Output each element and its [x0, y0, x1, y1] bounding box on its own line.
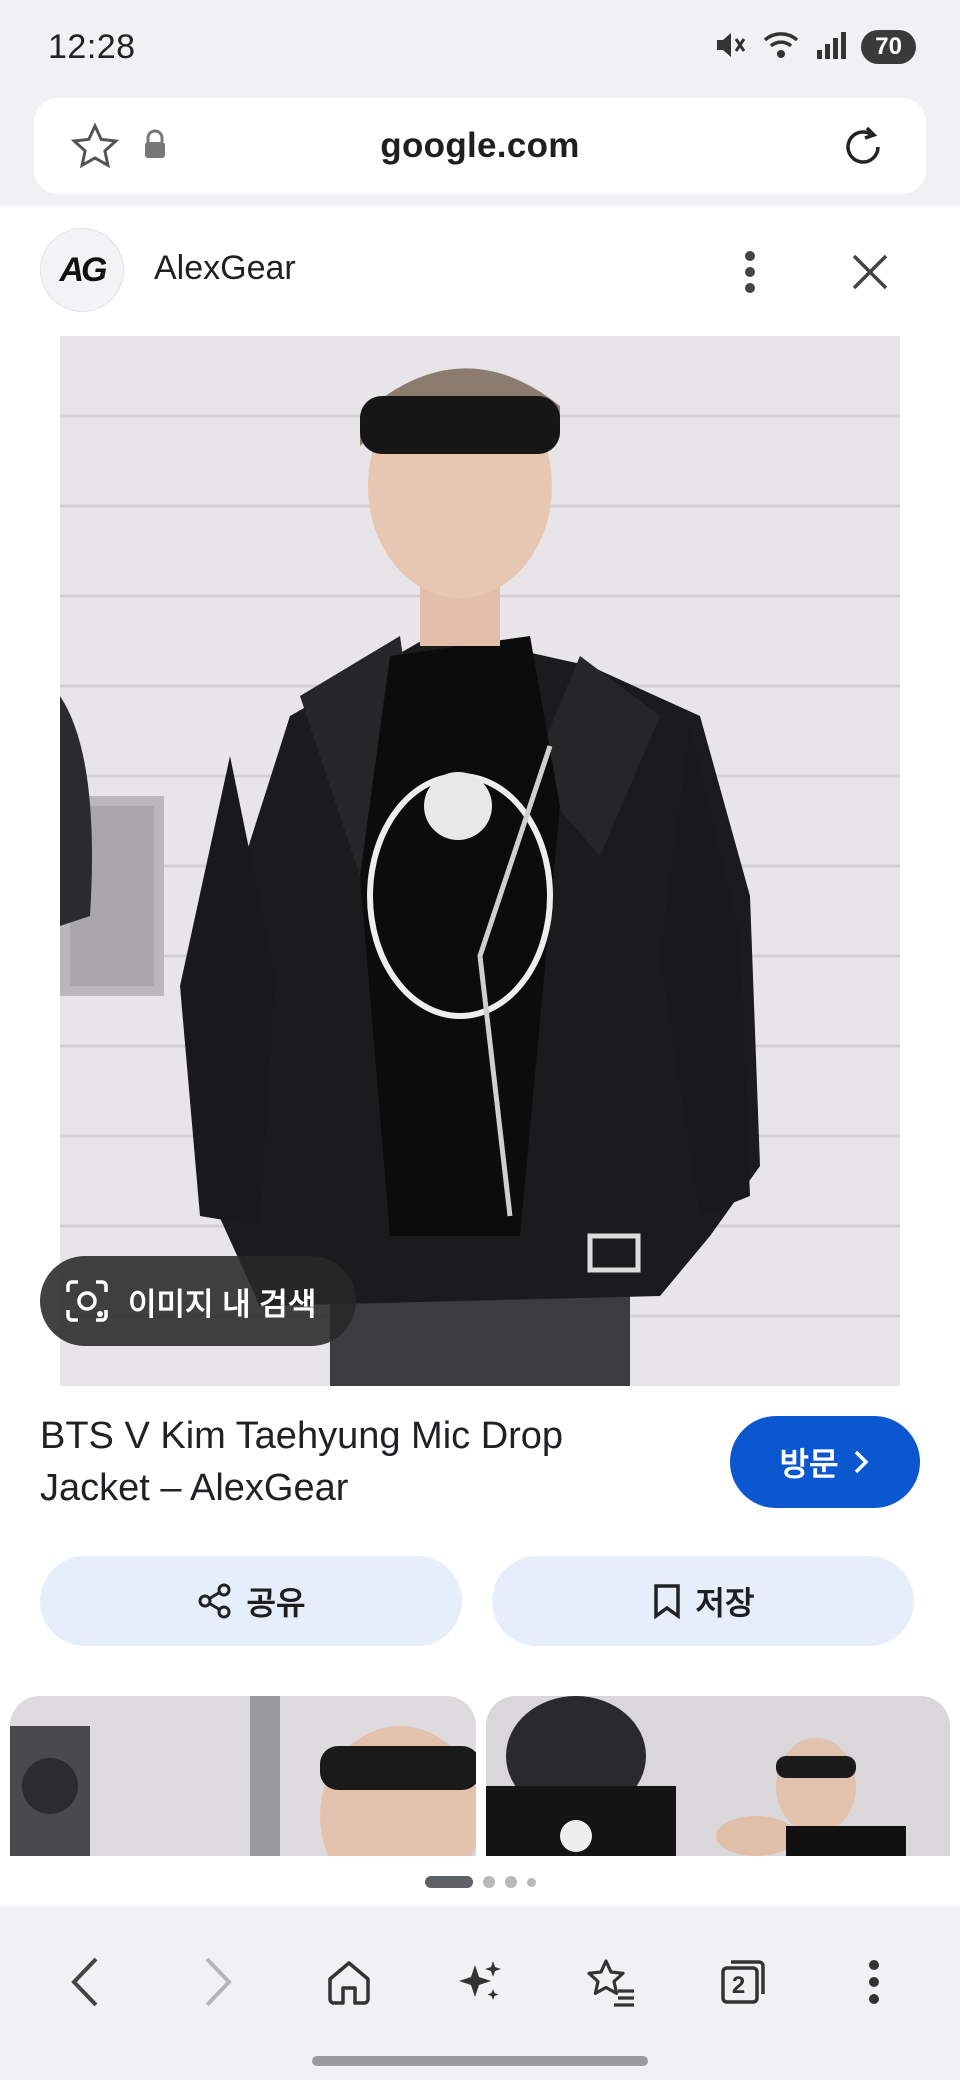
more-vert-icon: [869, 1960, 880, 2004]
sparkle-icon: [458, 1961, 501, 2000]
home-button[interactable]: [309, 1942, 389, 2022]
wifi-icon: [761, 28, 801, 67]
visit-label: 방문: [779, 1446, 839, 1482]
result-title[interactable]: BTS V Kim Taehyung Mic Drop Jacket – Ale…: [40, 1410, 680, 1514]
lens-icon: [66, 1280, 108, 1322]
site-logo[interactable]: AG: [40, 228, 124, 312]
reload-icon[interactable]: [838, 122, 888, 177]
signal-icon: [815, 28, 847, 67]
carousel-indicator: [0, 1876, 960, 1888]
tabs-button[interactable]: 2: [703, 1942, 783, 2022]
bottom-navigation: 2: [0, 1916, 960, 2048]
home-indicator[interactable]: [312, 2056, 648, 2066]
bookmark-star-icon[interactable]: [70, 122, 120, 175]
carousel-dot: [482, 1876, 495, 1888]
close-icon: [852, 254, 888, 290]
bookmarks-button[interactable]: [571, 1942, 651, 2022]
lock-icon[interactable]: [142, 128, 168, 167]
back-arrow-icon: [70, 1957, 98, 2007]
status-bar: 12:28 70: [0, 0, 960, 94]
related-image-1[interactable]: [10, 1696, 476, 1856]
chevron-right-icon: [855, 1450, 869, 1474]
carousel-dot-active: [424, 1876, 473, 1888]
site-name[interactable]: AlexGear: [154, 249, 296, 288]
search-in-image-label: 이미지 내 검색: [128, 1286, 317, 1322]
home-icon: [327, 1961, 370, 2005]
status-time: 12:28: [48, 27, 136, 66]
back-button[interactable]: [46, 1942, 126, 2022]
forward-arrow-icon: [205, 1957, 232, 2007]
status-icons: 70: [713, 28, 916, 67]
bookmark-icon: [653, 1584, 680, 1619]
ai-assist-button[interactable]: [440, 1942, 520, 2022]
search-in-image-button[interactable]: 이미지 내 검색: [40, 1256, 356, 1346]
visit-button[interactable]: 방문: [730, 1416, 920, 1508]
more-options-button[interactable]: [730, 242, 770, 302]
related-photo-2: [486, 1696, 950, 1856]
share-button[interactable]: 공유: [40, 1556, 462, 1646]
battery-indicator: 70: [861, 30, 916, 64]
address-bar[interactable]: google.com: [34, 98, 926, 194]
share-label: 공유: [246, 1585, 306, 1621]
mute-icon: [713, 28, 747, 67]
save-label: 저장: [695, 1585, 755, 1621]
more-vert-icon: [745, 251, 755, 293]
related-image-2[interactable]: [486, 1696, 950, 1856]
menu-button[interactable]: [834, 1942, 914, 2022]
panel-header: AG AlexGear: [0, 206, 960, 336]
carousel-dot: [504, 1876, 517, 1888]
person-in-jacket-photo: [60, 336, 900, 1386]
related-photo-1: [10, 1696, 476, 1856]
star-list-icon: [587, 1959, 635, 2007]
close-button[interactable]: [846, 242, 894, 302]
share-icon: [198, 1583, 231, 1619]
save-button[interactable]: 저장: [492, 1556, 914, 1646]
tab-count: 2: [731, 1972, 746, 1999]
carousel-dot: [526, 1877, 536, 1887]
forward-button[interactable]: [177, 1942, 257, 2022]
image-result-panel: AG AlexGear 이미지 내 검색 BTS V Kim Taehyung …: [0, 206, 960, 1906]
main-result-image[interactable]: [60, 336, 900, 1386]
